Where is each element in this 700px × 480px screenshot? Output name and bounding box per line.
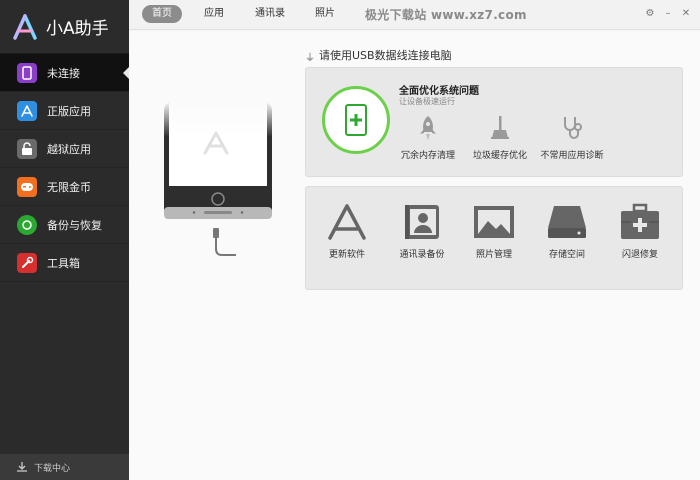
tab-apps[interactable]: 应用	[194, 5, 234, 23]
function-label: 通讯录备份	[399, 250, 445, 260]
settings-icon[interactable]: ⚙	[644, 8, 656, 20]
app-diagnosis-tool[interactable]: 不常用应用诊断	[527, 114, 617, 161]
sidebar-item-label: 正版应用	[47, 104, 91, 118]
contacts-icon	[405, 205, 439, 239]
contacts-backup-button[interactable]: 通讯录备份	[387, 203, 457, 260]
first-aid-icon	[621, 203, 659, 239]
phone-illustration	[164, 101, 272, 256]
app-update-icon	[328, 204, 366, 240]
download-center-label: 下载中心	[34, 463, 71, 474]
sidebar-item-label: 未连接	[47, 66, 80, 80]
download-center-button[interactable]: 下载中心	[0, 454, 129, 480]
backup-icon	[17, 214, 37, 235]
storage-space-button[interactable]: 存储空间	[532, 203, 602, 260]
sidebar: 小A助手 未连接 正版应用 越狱应用 无限金币 备份与恢复 工具箱 下载中心	[0, 0, 129, 480]
app-store-icon	[17, 100, 37, 121]
phone-icon	[17, 62, 37, 83]
photo-icon	[474, 206, 514, 238]
tool-label: 垃圾缓存优化	[472, 151, 527, 161]
sidebar-item-label: 无限金币	[47, 180, 91, 194]
tab-photos[interactable]: 照片	[305, 5, 345, 23]
update-software-button[interactable]: 更新软件	[312, 203, 382, 260]
crash-repair-button[interactable]: 闪退修复	[605, 203, 675, 260]
gamepad-icon	[17, 176, 37, 197]
sidebar-item-jailbreak-apps[interactable]: 越狱应用	[0, 130, 129, 168]
tool-label: 冗余内存清理	[400, 151, 455, 161]
sidebar-item-official-apps[interactable]: 正版应用	[0, 92, 129, 130]
broom-icon	[491, 116, 509, 139]
sidebar-item-toolbox[interactable]: 工具箱	[0, 244, 129, 282]
top-nav: 首页 应用 通讯录 照片 极光下载站 www.xz7.com ⚙ – ✕	[129, 0, 700, 30]
optimize-title: 全面优化系统问题	[399, 86, 479, 97]
optimize-subtitle: 让设备极速运行	[399, 97, 455, 106]
unlock-icon	[17, 138, 37, 159]
usb-hint-text: 请使用USB数据线连接电脑	[319, 49, 452, 62]
stethoscope-icon	[564, 117, 582, 139]
sidebar-item-label: 越狱应用	[47, 142, 91, 156]
function-label: 闪退修复	[621, 250, 658, 260]
optimize-panel: 全面优化系统问题 让设备极速运行 冗余内存清理 垃圾缓存优化 不常用应用诊断	[305, 67, 683, 177]
storage-icon	[548, 206, 586, 238]
usb-icon: ⏚	[305, 53, 315, 64]
usb-connect-hint: ⏚ 请使用USB数据线连接电脑	[305, 47, 452, 64]
sidebar-item-not-connected[interactable]: 未连接	[0, 54, 129, 92]
close-icon[interactable]: ✕	[680, 8, 692, 20]
tab-home[interactable]: 首页	[142, 5, 182, 23]
tab-contacts[interactable]: 通讯录	[245, 5, 295, 23]
app-title: 小A助手	[46, 19, 109, 39]
sidebar-item-label: 工具箱	[47, 256, 80, 270]
sidebar-item-backup-restore[interactable]: 备份与恢复	[0, 206, 129, 244]
sidebar-item-unlimited-coins[interactable]: 无限金币	[0, 168, 129, 206]
plus-phone-icon	[345, 104, 367, 136]
watermark-text: 极光下载站 www.xz7.com	[365, 8, 527, 22]
app-logo: 小A助手	[0, 0, 129, 54]
photo-manage-button[interactable]: 照片管理	[459, 203, 529, 260]
functions-panel: 更新软件 通讯录备份 照片管理 存储空间 闪退修复	[305, 186, 683, 290]
tool-label: 不常用应用诊断	[540, 151, 604, 161]
rocket-icon	[420, 116, 436, 140]
download-icon	[17, 462, 27, 472]
function-label: 更新软件	[328, 250, 365, 260]
function-label: 存储空间	[548, 250, 585, 260]
main-content: ⏚ 请使用USB数据线连接电脑 全面优化系统问题 让设备极速运行 冗余内存清理	[129, 31, 700, 480]
function-label: 照片管理	[475, 250, 512, 260]
minimize-icon[interactable]: –	[662, 8, 674, 20]
wrench-icon	[17, 252, 37, 273]
sidebar-item-label: 备份与恢复	[47, 218, 102, 232]
logo-icon	[12, 13, 38, 40]
optimize-button[interactable]	[322, 86, 390, 154]
